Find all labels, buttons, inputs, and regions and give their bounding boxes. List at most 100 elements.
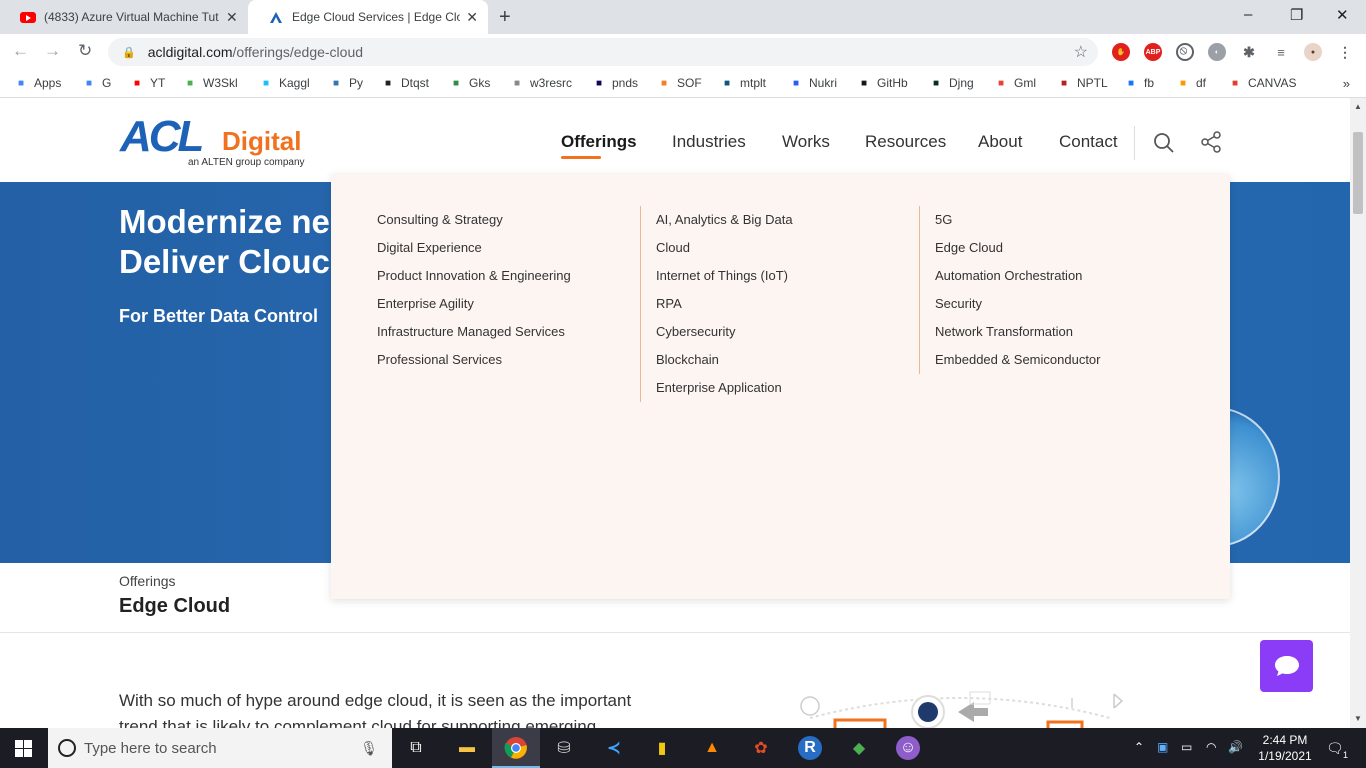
share-icon[interactable]: [1199, 130, 1223, 154]
forward-icon[interactable]: →: [44, 41, 61, 61]
nav-about[interactable]: About: [978, 132, 1022, 152]
adblock-plus-icon[interactable]: ABP: [1144, 43, 1162, 61]
nav-resources[interactable]: Resources: [865, 132, 946, 152]
mega-menu-item[interactable]: Cybersecurity: [656, 318, 793, 346]
mega-menu-item[interactable]: Product Innovation & Engineering: [377, 262, 571, 290]
bookmarks-overflow-icon[interactable]: »: [1343, 76, 1350, 91]
nav-works[interactable]: Works: [782, 132, 830, 152]
media-control-icon[interactable]: ≡: [1272, 43, 1290, 61]
bookmark-w3resrc[interactable]: ■ w3resrc: [510, 76, 572, 90]
task-view-icon[interactable]: ⧉: [404, 736, 428, 760]
anaconda-icon[interactable]: ✿: [749, 736, 773, 760]
bookmark-kaggl[interactable]: ■ Kaggl: [259, 76, 310, 90]
extension-circle-icon[interactable]: ◐: [1208, 43, 1226, 61]
bookmark-pnds[interactable]: ■ pnds: [592, 76, 638, 90]
mega-menu-item[interactable]: AI, Analytics & Big Data: [656, 206, 793, 234]
bookmark-gks[interactable]: ■ Gks: [449, 76, 490, 90]
extension-stop-icon[interactable]: ✋: [1112, 43, 1130, 61]
chrome-icon[interactable]: [504, 736, 528, 760]
vlc-icon[interactable]: ▲: [700, 736, 724, 760]
mega-menu-item[interactable]: Digital Experience: [377, 234, 571, 262]
nav-contact[interactable]: Contact: [1059, 132, 1118, 152]
new-tab-button[interactable]: +: [499, 6, 511, 29]
mega-menu-item[interactable]: Security: [935, 290, 1100, 318]
profile-avatar[interactable]: ●: [1304, 43, 1322, 61]
mega-menu-item[interactable]: Professional Services: [377, 346, 571, 374]
bookmark-nukri[interactable]: ■ Nukri: [789, 76, 837, 90]
minimize-button[interactable]: –: [1244, 6, 1252, 23]
close-icon[interactable]: ✕: [226, 9, 238, 26]
wifi-icon[interactable]: ◠: [1206, 740, 1216, 754]
mega-menu-item[interactable]: Cloud: [656, 234, 793, 262]
database-icon[interactable]: ⛁: [552, 736, 576, 760]
bookmark-fb[interactable]: ■ fb: [1124, 76, 1154, 90]
chrome-menu-icon[interactable]: ⋮: [1336, 43, 1354, 61]
bookmark-canvas[interactable]: ■ CANVAS: [1228, 76, 1297, 90]
bookmark-w3skl[interactable]: ■ W3Skl: [183, 76, 238, 90]
file-explorer-icon[interactable]: ▬: [455, 736, 479, 760]
mega-menu-item[interactable]: Automation Orchestration: [935, 262, 1100, 290]
mega-menu-item[interactable]: Edge Cloud: [935, 234, 1100, 262]
mega-menu-item[interactable]: Consulting & Strategy: [377, 206, 571, 234]
taskbar-search-box[interactable]: Type here to search 🎙: [48, 728, 392, 768]
search-icon[interactable]: [1153, 132, 1175, 154]
r-icon[interactable]: R: [798, 736, 822, 760]
address-bar[interactable]: 🔒 acldigital.com/offerings/edge-cloud ☆: [108, 38, 1098, 66]
tab-youtube[interactable]: (4833) Azure Virtual Machine Tut ✕: [0, 0, 248, 34]
chat-widget-button[interactable]: [1260, 640, 1313, 692]
bookmark-df[interactable]: ■ df: [1176, 76, 1206, 90]
close-icon[interactable]: ✕: [466, 9, 478, 26]
bookmark-mtplt[interactable]: ■ mtplt: [720, 76, 766, 90]
scroll-down-icon[interactable]: ▼: [1354, 714, 1362, 723]
bookmark-apps[interactable]: ■ Apps: [14, 76, 61, 90]
acl-digital-logo[interactable]: ACL Digital an ALTEN group company: [118, 112, 318, 172]
apps-grid-icon: ■: [17, 77, 25, 89]
show-hidden-icons[interactable]: ⌃: [1134, 740, 1144, 754]
mega-menu-item[interactable]: Blockchain: [656, 346, 793, 374]
breadcrumb-parent[interactable]: Offerings: [119, 573, 176, 589]
dataquest-icon: ■: [384, 77, 392, 89]
nav-divider: [1134, 126, 1135, 160]
page-scrollbar[interactable]: ▲ ▼: [1350, 98, 1366, 728]
vscode-icon[interactable]: ≺: [602, 736, 626, 760]
volume-icon[interactable]: 🔊: [1228, 740, 1243, 754]
git-tool-icon[interactable]: ◆: [847, 736, 871, 760]
back-icon[interactable]: ←: [12, 41, 29, 61]
maximize-button[interactable]: ❐: [1290, 6, 1303, 24]
windows-start-icon[interactable]: [15, 740, 32, 757]
power-bi-icon[interactable]: ▮: [650, 736, 674, 760]
mega-menu-item[interactable]: Network Transformation: [935, 318, 1100, 346]
battery-icon[interactable]: ▭: [1181, 740, 1192, 754]
notification-center-icon[interactable]: 🗨: [1326, 740, 1344, 757]
mega-menu-item[interactable]: RPA: [656, 290, 793, 318]
mega-menu-item[interactable]: Embedded & Semiconductor: [935, 346, 1100, 374]
close-window-button[interactable]: ✕: [1336, 6, 1349, 24]
reload-icon[interactable]: ↻: [78, 41, 92, 61]
bookmark-githb[interactable]: ■ GitHb: [857, 76, 908, 90]
bookmark-gml[interactable]: ■ Gml: [994, 76, 1036, 90]
github-desktop-icon[interactable]: ☺: [896, 736, 920, 760]
mega-menu-item[interactable]: Enterprise Agility: [377, 290, 571, 318]
taskbar-clock[interactable]: 2:44 PM 1/19/2021: [1252, 732, 1318, 764]
tab-acl-digital[interactable]: Edge Cloud Services | Edge Clouc ✕: [248, 0, 488, 34]
bookmark-djng[interactable]: ■ Djng: [929, 76, 974, 90]
bookmark-star-icon[interactable]: ☆: [1074, 42, 1088, 62]
nav-offerings[interactable]: Offerings: [561, 132, 637, 152]
mega-menu-item[interactable]: 5G: [935, 206, 1100, 234]
scrollbar-thumb[interactable]: [1353, 132, 1363, 214]
extensions-puzzle-icon[interactable]: ✱: [1240, 43, 1258, 61]
mega-menu-item[interactable]: Infrastructure Managed Services: [377, 318, 571, 346]
bookmark-yt[interactable]: ■ YT: [130, 76, 165, 90]
bookmark-g[interactable]: ■ G: [82, 76, 111, 90]
bookmark-dtqst[interactable]: ■ Dtqst: [381, 76, 429, 90]
mega-menu-item[interactable]: Internet of Things (IoT): [656, 262, 793, 290]
bookmark-nptl[interactable]: ■ NPTL: [1057, 76, 1108, 90]
nav-industries[interactable]: Industries: [672, 132, 746, 152]
mega-menu-item[interactable]: Enterprise Application: [656, 374, 793, 402]
bookmark-sof[interactable]: ■ SOF: [657, 76, 702, 90]
bookmark-py[interactable]: ■ Py: [329, 76, 363, 90]
network-app-icon[interactable]: ▣: [1157, 740, 1168, 754]
microphone-icon[interactable]: 🎙: [360, 740, 378, 757]
scroll-up-icon[interactable]: ▲: [1354, 102, 1362, 111]
block-site-icon[interactable]: ⃠: [1176, 43, 1194, 61]
